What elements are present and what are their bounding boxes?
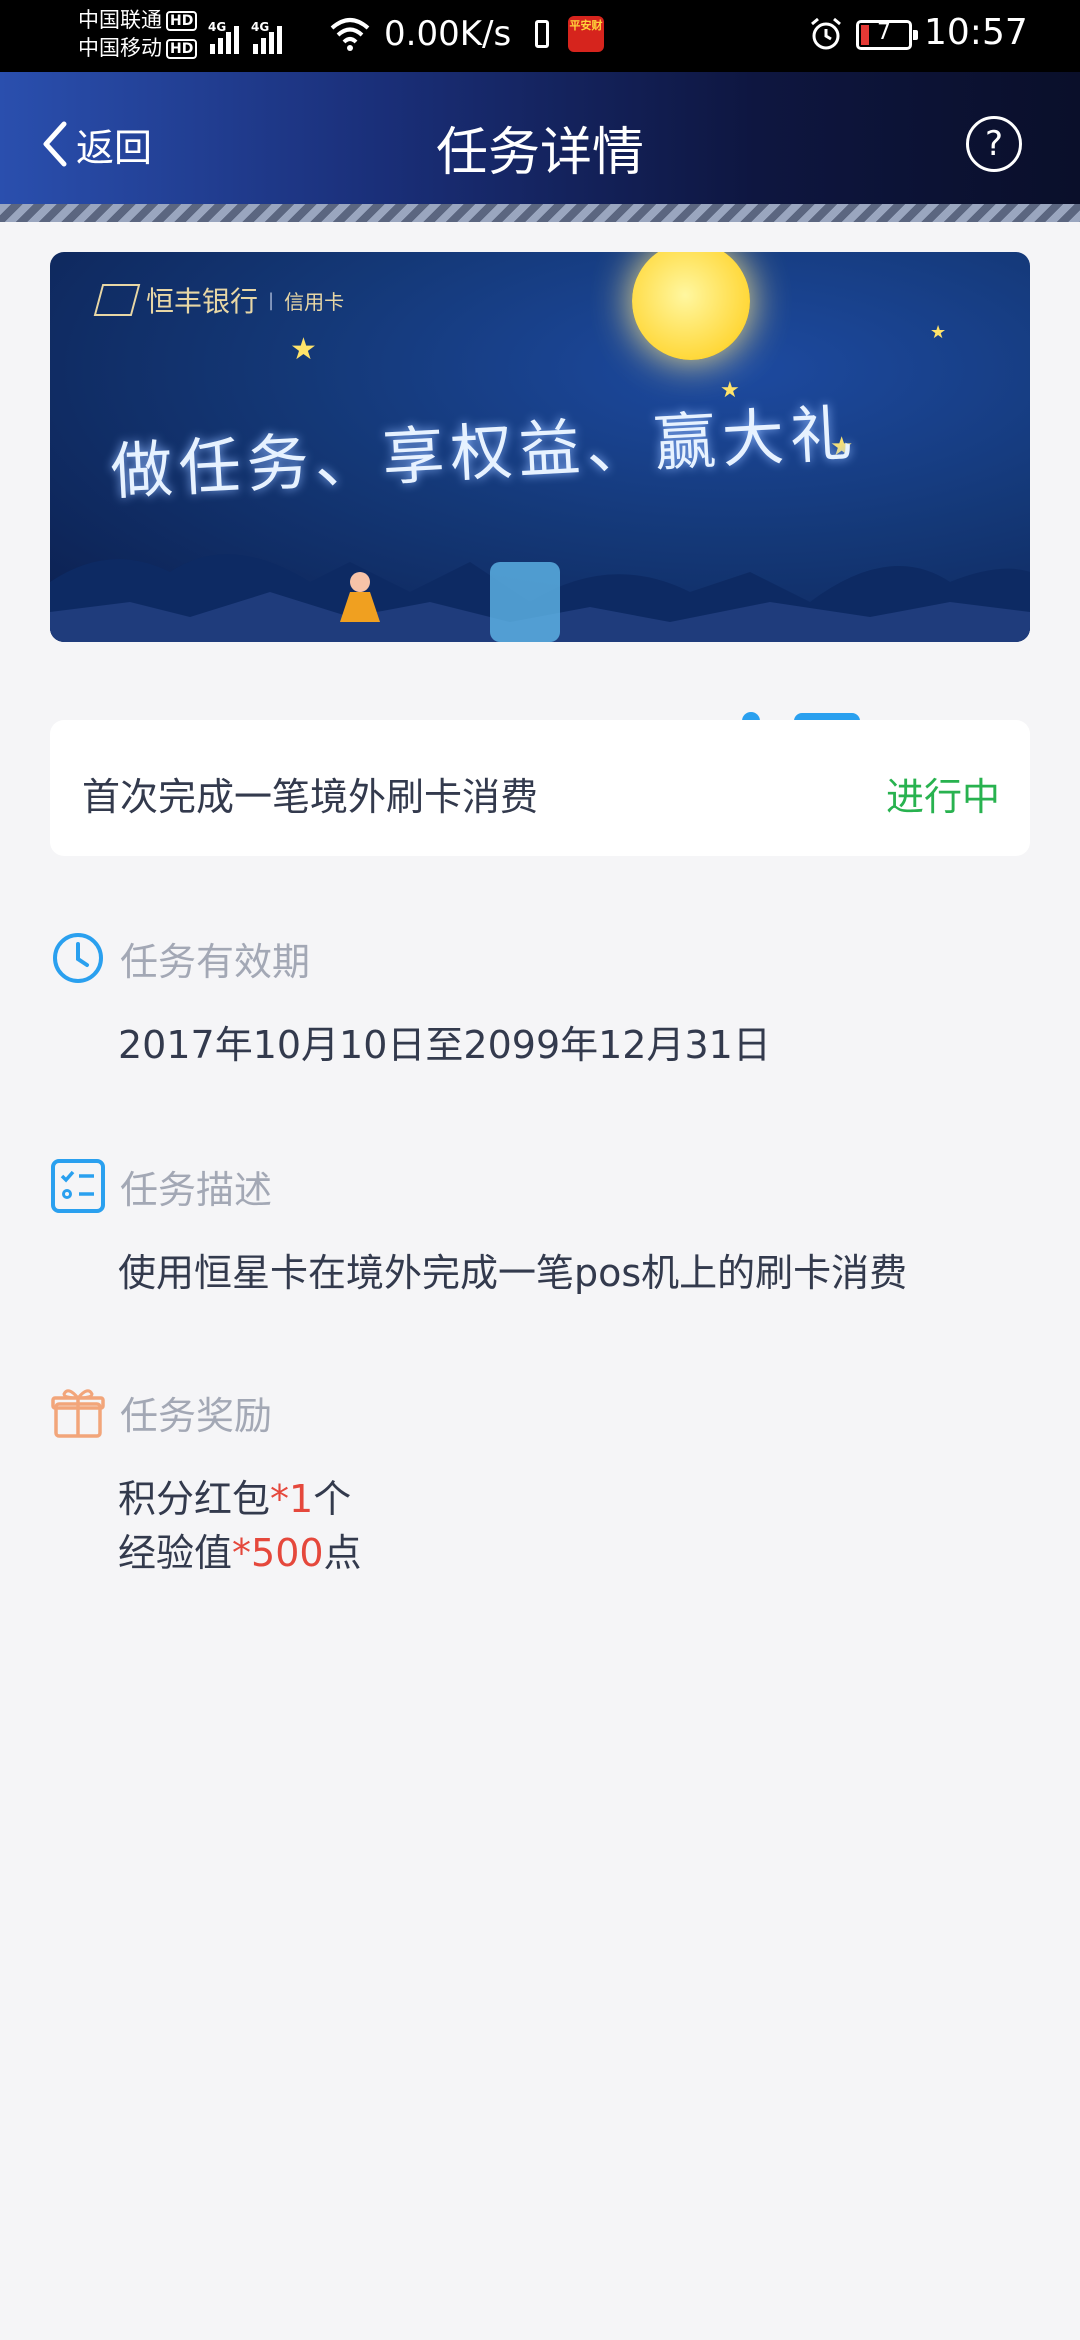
reward-item: 积分红包*1个 bbox=[118, 1477, 352, 1521]
clock: 10:57 bbox=[924, 12, 1028, 53]
card-label: 信用卡 bbox=[284, 289, 345, 314]
bank-logo-icon bbox=[93, 284, 141, 316]
battery-level: 7 bbox=[877, 20, 891, 45]
net-speed: 0.00K/s bbox=[384, 14, 512, 54]
checklist-icon bbox=[51, 1159, 105, 1213]
status-bar: 中国联通 HD 中国移动 HD 4G 4G 0.00K/s 平安财 7 10:57 bbox=[0, 0, 1080, 72]
hd-badge: HD bbox=[166, 39, 198, 59]
description-text: 使用恒星卡在境外完成一笔pos机上的刷卡消费 bbox=[118, 1251, 908, 1295]
bank-logo: 恒丰银行 | 信用卡 bbox=[93, 280, 345, 320]
star-icon: ★ bbox=[290, 332, 317, 367]
banner-scenery bbox=[50, 554, 1030, 642]
description-title: 任务描述 bbox=[120, 1167, 273, 1212]
page-title: 任务详情 bbox=[435, 123, 644, 183]
star-icon: ★ bbox=[930, 322, 947, 343]
banner-slogan: 做任务、享权益、赢大礼 bbox=[108, 396, 860, 509]
promo-banner[interactable]: 恒丰银行 | 信用卡 ★ ★ ★ ★ 做任务、享权益、赢大礼 bbox=[50, 252, 1030, 642]
gift-icon bbox=[51, 1389, 105, 1438]
task-card: 首次完成一笔境外刷卡消费 进行中 bbox=[50, 720, 1030, 856]
task-status: 进行中 bbox=[885, 775, 1000, 819]
signal-icons: 4G 4G bbox=[208, 18, 282, 54]
carrier-1: 中国联通 bbox=[78, 8, 162, 32]
reward-section: 任务奖励 积分红包*1个 经验值*500点 bbox=[50, 1382, 1030, 1580]
nav-divider bbox=[0, 204, 1080, 222]
reward-title: 任务奖励 bbox=[120, 1393, 273, 1438]
reward-qty: *500 bbox=[232, 1531, 324, 1575]
nav-bar: 返回 任务详情 ? bbox=[0, 72, 1080, 222]
wifi-icon bbox=[330, 18, 370, 51]
clock-icon bbox=[53, 933, 103, 983]
bank-name: 恒丰银行 bbox=[146, 285, 259, 318]
reward-qty: *1 bbox=[270, 1477, 314, 1521]
carrier-info: 中国联通 HD 中国移动 HD bbox=[78, 6, 198, 62]
app-notification-icon: 平安财 bbox=[568, 16, 604, 52]
task-name: 首次完成一笔境外刷卡消费 bbox=[82, 775, 539, 819]
signal-icon: 4G bbox=[251, 20, 282, 54]
signal-icon: 4G bbox=[208, 20, 239, 54]
alarm-icon bbox=[811, 17, 841, 50]
battery-saver-icon bbox=[535, 20, 549, 48]
reward-list: 积分红包*1个 经验值*500点 bbox=[118, 1472, 1030, 1580]
description-section: 任务描述 使用恒星卡在境外完成一笔pos机上的刷卡消费 bbox=[50, 1156, 1030, 1300]
battery-icon: 7 bbox=[856, 20, 918, 50]
validity-section: 任务有效期 2017年10月10日至2099年12月31日 bbox=[50, 928, 1030, 1072]
validity-text: 2017年10月10日至2099年12月31日 bbox=[118, 1023, 771, 1067]
moon-icon bbox=[632, 252, 750, 360]
reward-item: 经验值*500点 bbox=[118, 1531, 362, 1575]
help-button[interactable]: ? bbox=[966, 116, 1022, 172]
carrier-2: 中国移动 bbox=[78, 36, 162, 60]
validity-title: 任务有效期 bbox=[120, 939, 311, 984]
hd-badge: HD bbox=[166, 11, 198, 31]
